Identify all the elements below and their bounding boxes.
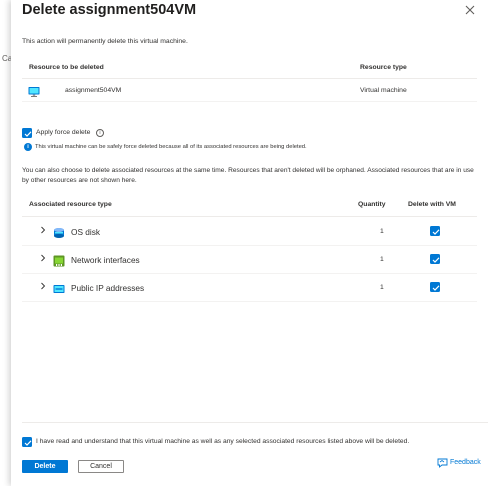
dialog-title: Delete assignment504VM xyxy=(22,2,197,18)
resource-type-header: Resource type xyxy=(360,64,407,71)
resource-header: Resource to be deleted xyxy=(29,64,104,71)
force-delete-label: Apply force delete xyxy=(36,129,91,136)
associated-description: You can also choose to delete associated… xyxy=(22,167,474,184)
associated-type-header: Associated resource type xyxy=(29,201,112,208)
info-filled-icon: i xyxy=(24,143,32,151)
info-icon[interactable]: i xyxy=(96,129,104,137)
force-delete-note: This virtual machine can be safely force… xyxy=(35,144,307,150)
table-row: OS disk 1 xyxy=(22,218,477,246)
close-icon[interactable] xyxy=(463,3,477,17)
os-disk-label[interactable]: OS disk xyxy=(71,227,100,237)
delete-with-vm-header: Delete with VM xyxy=(408,201,456,208)
table-row: Network interfaces 1 xyxy=(22,246,477,274)
resource-type: Virtual machine xyxy=(360,87,407,94)
public-ip-addresses-delete-checkbox[interactable] xyxy=(430,282,440,292)
chevron-right-icon[interactable] xyxy=(40,282,46,292)
resource-name: assignment504VM xyxy=(65,87,122,94)
delete-button[interactable]: Delete xyxy=(22,460,68,473)
network-interfaces-quantity: 1 xyxy=(380,256,384,263)
public-ip-addresses-quantity: 1 xyxy=(380,284,384,291)
confirm-checkbox[interactable] xyxy=(22,437,32,447)
dialog-intro: This action will permanently delete this… xyxy=(22,38,188,45)
delete-vm-panel: Delete assignment504VM This action will … xyxy=(11,0,489,486)
table-row: assignment504VM Virtual machine xyxy=(22,80,477,102)
vm-monitor-icon xyxy=(28,85,40,97)
confirm-text: I have read and understand that this vir… xyxy=(36,438,410,445)
quantity-header: Quantity xyxy=(358,201,386,208)
cancel-button[interactable]: Cancel xyxy=(78,460,124,473)
force-delete-checkbox[interactable] xyxy=(22,128,32,138)
disk-icon xyxy=(53,226,65,238)
associated-table-header: Associated resource type Quantity Delete… xyxy=(22,193,477,217)
table-row: Public IP addresses 1 xyxy=(22,274,477,302)
network-interfaces-delete-checkbox[interactable] xyxy=(430,254,440,264)
network-interfaces-label[interactable]: Network interfaces xyxy=(71,255,140,265)
public-ip-icon xyxy=(53,282,65,294)
network-interface-icon xyxy=(53,254,65,267)
resource-table-header: Resource to be deleted Resource type xyxy=(22,57,477,79)
footer-divider xyxy=(22,422,488,423)
chevron-right-icon[interactable] xyxy=(40,254,46,264)
os-disk-delete-checkbox[interactable] xyxy=(430,226,440,236)
public-ip-addresses-label[interactable]: Public IP addresses xyxy=(71,283,144,293)
os-disk-quantity: 1 xyxy=(380,228,384,235)
feedback-label: Feedback xyxy=(450,459,481,466)
feedback-icon xyxy=(437,458,448,468)
chevron-right-icon[interactable] xyxy=(40,226,46,236)
